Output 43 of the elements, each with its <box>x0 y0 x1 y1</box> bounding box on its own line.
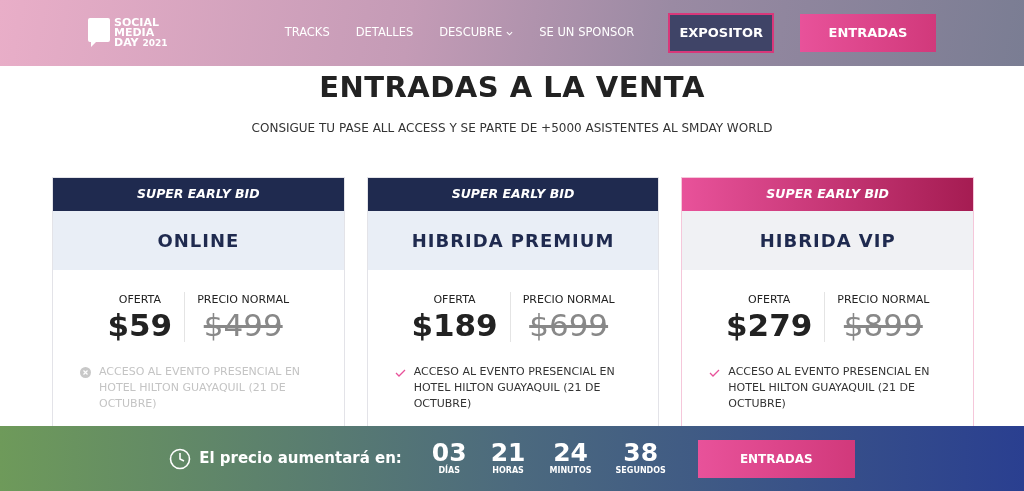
feature-text: ACCESO AL EVENTO PRESENCIAL EN HOTEL HILTON GUAYAQUIL (21 DE OCTUBRE) <box>728 364 931 413</box>
normal-price: $499 <box>202 308 284 343</box>
nav-link[interactable]: DETALLES <box>355 24 414 42</box>
countdown-unit: SEGUNDOS <box>615 465 666 477</box>
logo-text[interactable]: SOCIAL MEDIA DAY 2021 <box>114 18 168 48</box>
countdown-value: 21 <box>490 440 526 465</box>
offer-label: OFERTA <box>117 291 162 308</box>
nav-link[interactable]: TRACKS <box>284 24 330 42</box>
plan-name: HIBRIDA PREMIUM <box>367 210 659 270</box>
normal-price-label: PRECIO NORMAL <box>837 291 930 308</box>
offer-price: $279 <box>726 308 813 343</box>
countdown-value: 24 <box>553 440 588 465</box>
page-heading: ENTRADAS A LA VENTA <box>318 70 706 105</box>
nav-link[interactable]: SE UN SPONSOR <box>539 24 635 42</box>
countdown-value: 38 <box>623 440 659 465</box>
plan-name: HIBRIDA VIP <box>682 210 973 270</box>
normal-price: $699 <box>528 308 610 343</box>
offer-price: $189 <box>411 308 498 343</box>
normal-price: $899 <box>842 308 924 343</box>
plan-name: ONLINE <box>53 210 344 270</box>
plan-ribbon: SUPER EARLY BID <box>682 177 973 211</box>
feature-text: ACCESO AL EVENTO PRESENCIAL EN HOTEL HILTON GUAYAQUIL (21 DE OCTUBRE) <box>99 364 302 413</box>
countdown-unit: DÍAS <box>437 465 462 477</box>
offer-price: $59 <box>107 308 173 343</box>
tickets-button[interactable]: ENTRADAS <box>697 439 855 478</box>
clock-icon <box>169 447 192 470</box>
nav-link[interactable]: DESCUBRE <box>439 24 514 42</box>
normal-price-label: PRECIO NORMAL <box>197 291 290 308</box>
countdown-value: 03 <box>431 440 467 465</box>
countdown-label: El precio aumentará en: <box>199 448 402 470</box>
countdown-unit: HORAS <box>491 465 525 477</box>
plan-ribbon: SUPER EARLY BID <box>367 177 659 211</box>
offer-label: OFERTA <box>747 291 792 308</box>
caret-icon <box>506 30 514 36</box>
exhibitor-button[interactable]: EXPOSITOR <box>668 13 774 53</box>
normal-price-label: PRECIO NORMAL <box>522 291 615 308</box>
page-subheading: CONSIGUE TU PASE ALL ACCESS Y SE PARTE DE +5000 ASISTENTES AL SMDAY WORLD <box>250 119 774 137</box>
feature-text: ACCESO AL EVENTO PRESENCIAL EN HOTEL HILTON GUAYAQUIL (21 DE OCTUBRE) <box>413 364 616 413</box>
countdown-unit: MINUTOS <box>549 465 592 477</box>
offer-label: OFERTA <box>432 291 477 308</box>
speech-bubble-icon <box>88 18 110 48</box>
tickets-button[interactable]: ENTRADAS <box>800 14 936 52</box>
plan-ribbon: SUPER EARLY BID <box>53 177 344 211</box>
